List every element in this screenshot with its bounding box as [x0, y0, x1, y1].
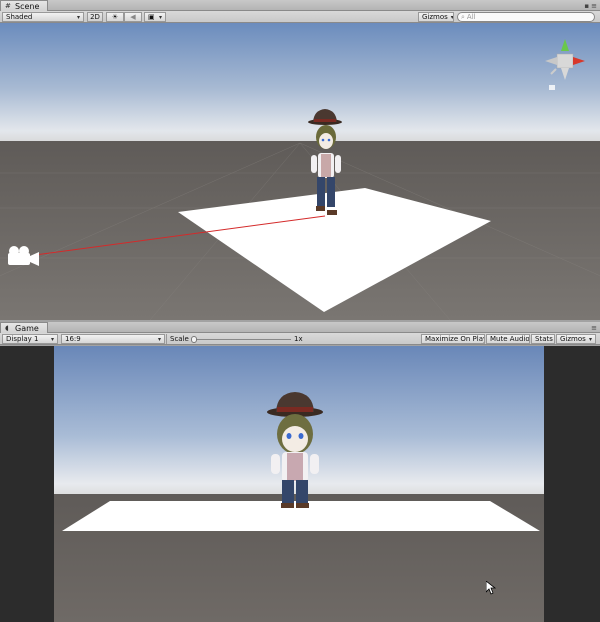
stats-toggle[interactable]: Stats: [531, 334, 555, 344]
tab-game[interactable]: ◖ Game: [0, 322, 48, 333]
mouse-cursor-icon: [486, 581, 496, 595]
menu-icon[interactable]: ≡: [591, 324, 597, 332]
shading-mode-dropdown[interactable]: Shaded ▾: [2, 12, 84, 22]
aspect-label: 16:9: [65, 335, 81, 343]
image-icon: ▣: [148, 13, 155, 21]
lighting-toggle[interactable]: ☀: [106, 12, 124, 22]
display-label: Display 1: [6, 335, 39, 343]
game-gizmos-label: Gizmos: [560, 335, 586, 343]
chevron-down-icon: ▾: [450, 13, 454, 21]
tab-scene-label: Scene: [15, 1, 40, 11]
tab-scene[interactable]: # Scene: [0, 0, 49, 11]
mode-2d-label: 2D: [90, 13, 100, 21]
letterbox-right: [544, 346, 600, 622]
mute-label: Mute Audio: [490, 335, 530, 343]
aspect-dropdown[interactable]: 16:9 ▾: [61, 334, 165, 344]
scene-toolbar: Shaded ▾ 2D ☀ ◀ ▣ ▾ Gizmos ▾ ⌕ All: [0, 11, 600, 23]
scene-window-buttons: ▪ ≡: [584, 0, 597, 11]
sun-icon: ☀: [111, 13, 119, 21]
stats-label: Stats: [535, 335, 553, 343]
chevron-down-icon: ▾: [50, 335, 54, 343]
lock-icon[interactable]: ▪: [584, 2, 589, 10]
scene-grid-icon: #: [5, 1, 11, 10]
effects-dropdown[interactable]: ▣ ▾: [144, 12, 166, 22]
scene-render: [0, 23, 600, 320]
toolbar-divider: [166, 334, 167, 344]
tab-game-label: Game: [15, 323, 39, 333]
scene-gizmos-dropdown[interactable]: Gizmos ▾: [418, 12, 454, 22]
chevron-down-icon: ▾: [157, 335, 161, 343]
scene-search-placeholder: All: [466, 13, 476, 21]
chevron-down-icon: ▾: [76, 13, 80, 21]
mode-2d-toggle[interactable]: 2D: [87, 12, 103, 22]
chevron-down-icon: ▾: [158, 13, 162, 21]
game-toolbar: Display 1 ▾ 16:9 ▾ Scale 1x Maximize On …: [0, 333, 600, 345]
game-window-buttons: ≡: [591, 322, 597, 333]
menu-icon[interactable]: ≡: [591, 2, 597, 10]
game-gizmos-dropdown[interactable]: Gizmos ▾: [556, 334, 596, 344]
display-dropdown[interactable]: Display 1 ▾: [2, 334, 58, 344]
scene-search-field[interactable]: ⌕ All: [457, 12, 595, 22]
scale-slider-track[interactable]: [193, 339, 291, 340]
shading-mode-label: Shaded: [6, 13, 33, 21]
scale-slider-thumb[interactable]: [191, 336, 197, 343]
scene-viewport[interactable]: [0, 23, 600, 320]
speaker-icon: ◀: [130, 13, 136, 21]
search-icon: ⌕: [461, 12, 465, 21]
sky: [0, 23, 600, 143]
game-render: [0, 346, 600, 622]
scale-value: 1x: [294, 335, 303, 343]
mute-audio-toggle[interactable]: Mute Audio: [486, 334, 530, 344]
game-viewport[interactable]: [0, 346, 600, 622]
scene-tab-bar: # Scene ▪ ≡: [0, 0, 600, 11]
scene-gizmos-label: Gizmos: [422, 13, 448, 21]
maximize-label: Maximize On Play: [425, 335, 485, 343]
letterbox-left: [0, 346, 54, 622]
audio-toggle[interactable]: ◀: [124, 12, 142, 22]
game-tab-bar: ◖ Game ≡: [0, 322, 600, 333]
chevron-down-icon: ▾: [588, 335, 592, 343]
game-pacman-icon: ◖: [5, 323, 9, 332]
scale-label: Scale: [170, 335, 189, 343]
maximize-on-play-toggle[interactable]: Maximize On Play: [421, 334, 485, 344]
